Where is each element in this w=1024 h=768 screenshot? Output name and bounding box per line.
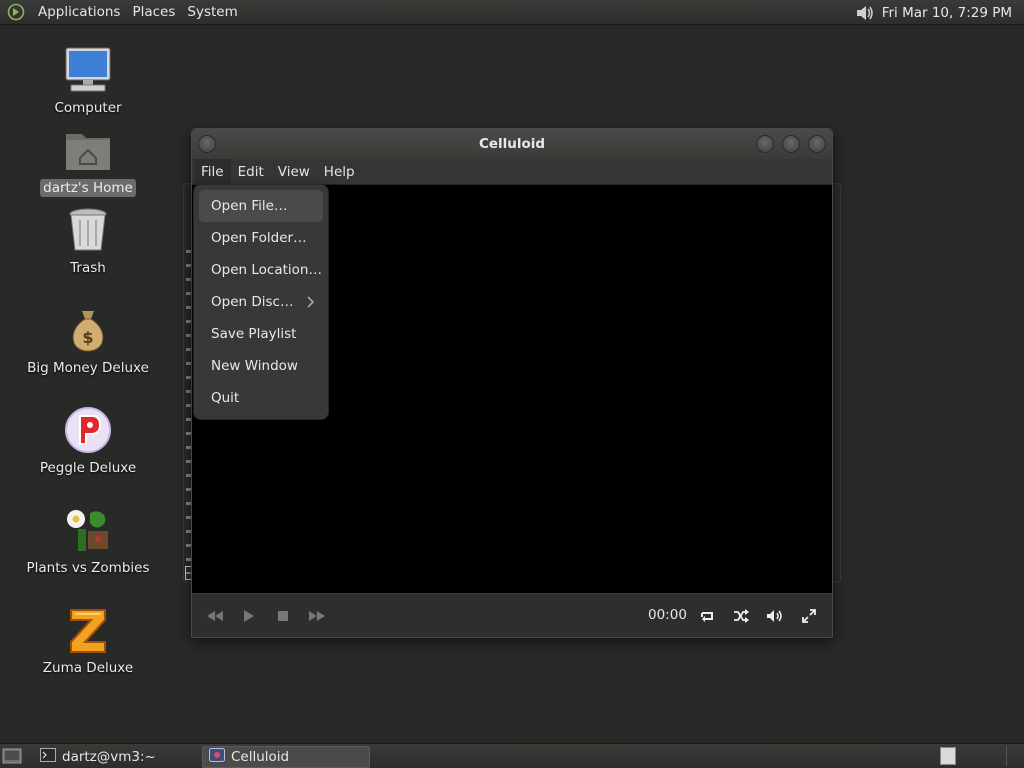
window-title: Celluloid — [478, 136, 546, 152]
close-button[interactable] — [808, 135, 826, 153]
chevron-right-icon — [307, 286, 315, 318]
menu-item-open-folder[interactable]: Open Folder… — [199, 222, 323, 254]
play-icon[interactable] — [240, 607, 258, 625]
loop-icon[interactable] — [698, 607, 716, 625]
time-label: 00:00 — [648, 607, 687, 623]
rewind-icon[interactable] — [206, 607, 224, 625]
minimize-button[interactable] — [756, 135, 774, 153]
fast-forward-icon[interactable] — [308, 607, 326, 625]
desktop-icon-label: Peggle Deluxe — [39, 460, 137, 476]
menu-item-save-playlist[interactable]: Save Playlist — [199, 318, 323, 350]
money-bag-icon: $ — [63, 305, 113, 355]
clock[interactable]: Fri Mar 10, 7:29 PM — [876, 5, 1024, 21]
menu-item-open-location[interactable]: Open Location… — [199, 254, 323, 286]
peggle-icon — [63, 405, 113, 455]
workspace-switcher[interactable] — [940, 747, 956, 765]
file-menu: Open File… Open Folder… Open Location… O… — [193, 184, 329, 420]
menu-file[interactable]: File — [194, 158, 231, 185]
desktop-icon-label: Trash — [70, 260, 106, 276]
shuffle-icon[interactable] — [732, 607, 750, 625]
desktop-icon-computer[interactable]: Computer — [28, 45, 148, 117]
menu-item-open-disc[interactable]: Open Disc… — [199, 286, 323, 318]
desktop-icon-home[interactable]: dartz's Home — [28, 125, 148, 197]
volume-icon[interactable] — [854, 2, 876, 24]
window-titlebar[interactable]: Celluloid — [192, 129, 832, 159]
desktop-icon-label: Plants vs Zombies — [26, 560, 150, 576]
show-desktop-icon[interactable] — [2, 747, 22, 765]
top-panel: Applications Places System Fri Mar 10, 7… — [0, 0, 1024, 25]
svg-text:$: $ — [82, 328, 93, 347]
menu-item-quit[interactable]: Quit — [199, 382, 323, 414]
menubar: File Edit View Help — [192, 158, 832, 185]
panel-separator — [1006, 746, 1020, 766]
desktop-icon-trash[interactable]: Trash — [28, 205, 148, 277]
desktop-icon-label: dartz's Home — [40, 179, 136, 197]
desktop-icon-peggle[interactable]: Peggle Deluxe — [28, 405, 148, 477]
plants-vs-zombies-icon — [63, 505, 113, 555]
trash-icon — [63, 205, 113, 255]
menu-help[interactable]: Help — [317, 159, 362, 185]
desktop-icon-label: Computer — [54, 100, 122, 116]
computer-icon — [63, 45, 113, 95]
taskbar-item-label: Celluloid — [231, 749, 290, 765]
menu-item-open-file[interactable]: Open File… — [199, 190, 323, 222]
menu-item-new-window[interactable]: New Window — [199, 350, 323, 382]
taskbar-item-celluloid[interactable]: Celluloid — [202, 746, 370, 768]
places-menu[interactable]: Places — [126, 4, 181, 20]
desktop-icon-pvz[interactable]: Plants vs Zombies — [27, 505, 150, 577]
home-folder-icon — [63, 125, 113, 175]
bottom-panel: dartz@vm3:~ Celluloid — [0, 743, 1024, 768]
zuma-icon — [63, 605, 113, 655]
desktop-icon-label: Big Money Deluxe — [27, 360, 149, 376]
maximize-button[interactable] — [782, 135, 800, 153]
fullscreen-icon[interactable] — [800, 607, 818, 625]
menu-edit[interactable]: Edit — [231, 159, 271, 185]
window-menu-button[interactable] — [198, 135, 216, 153]
desktop-icon-big-money[interactable]: $ Big Money Deluxe — [27, 305, 149, 377]
volume-icon[interactable] — [766, 607, 784, 625]
system-menu[interactable]: System — [181, 4, 243, 20]
distro-logo-icon[interactable] — [6, 2, 26, 22]
taskbar-item-label: dartz@vm3:~ — [62, 749, 156, 765]
taskbar-item-terminal[interactable]: dartz@vm3:~ — [34, 746, 200, 768]
terminal-icon — [40, 748, 56, 766]
celluloid-icon — [209, 748, 225, 766]
stop-icon[interactable] — [274, 607, 292, 625]
playback-controls: 00:00 — [192, 593, 832, 637]
menu-view[interactable]: View — [271, 159, 317, 185]
desktop-icon-zuma[interactable]: Zuma Deluxe — [28, 605, 148, 677]
applications-menu[interactable]: Applications — [32, 4, 126, 20]
menu-item-label: Open Disc… — [211, 294, 294, 310]
desktop-icon-label: Zuma Deluxe — [42, 660, 134, 676]
